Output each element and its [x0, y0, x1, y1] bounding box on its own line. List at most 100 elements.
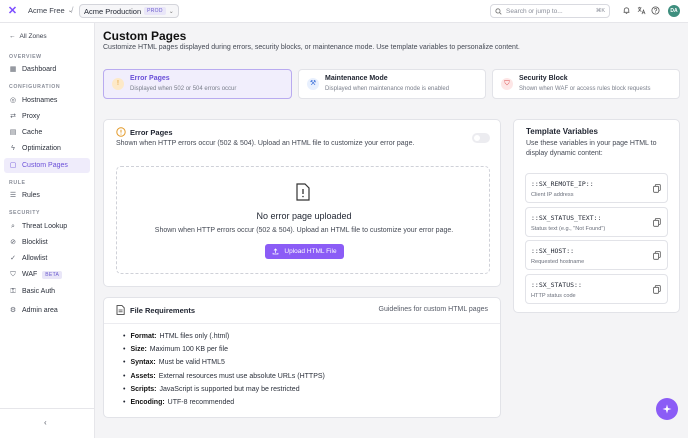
list-item: Size:Maximum 100 KB per file	[123, 343, 325, 356]
sidebar-item-label: Cache	[22, 129, 43, 136]
tab-error-pages[interactable]: ! Error Pages Displayed when 502 or 504 …	[103, 69, 292, 99]
sidebar-item-hostnames[interactable]: ◎ Hostnames	[4, 93, 90, 108]
assistant-fab-button[interactable]	[656, 398, 678, 420]
breadcrumb-separator: /	[71, 5, 74, 15]
list-item: Encoding:UTF-8 recommended	[123, 396, 325, 409]
file-requirements-header: File Requirements	[116, 305, 195, 315]
section-title-overview: OVERVIEW	[9, 54, 42, 60]
section-title-rule: RULE	[9, 180, 26, 186]
wrench-icon: ⚒	[307, 78, 319, 90]
app-logo-icon[interactable]: ✕	[7, 6, 18, 17]
bell-icon[interactable]	[621, 6, 631, 16]
sidebar-item-custom-pages[interactable]: ▢ Custom Pages	[4, 158, 90, 173]
sidebar-item-cache[interactable]: ▤ Cache	[4, 125, 90, 140]
sidebar-item-label: Blocklist	[22, 239, 48, 246]
org-name: Acme Free	[28, 6, 65, 15]
tab-title: Maintenance Mode	[325, 75, 388, 82]
template-variables-title: Template Variables	[526, 127, 598, 136]
sidebar-collapse-button[interactable]: ‹	[0, 408, 95, 438]
list-item: Scripts:JavaScript is supported but may …	[123, 383, 325, 396]
copy-icon[interactable]	[653, 285, 661, 294]
org-switcher[interactable]: Acme Free ⌄	[28, 6, 73, 15]
file-requirements-subtitle: Guidelines for custom HTML pages	[378, 306, 488, 313]
top-bar: ✕ Acme Free ⌄ / Acme Production PROD ⌄ S…	[0, 0, 688, 23]
error-pages-desc: Shown when HTTP errors occur (502 & 504)…	[116, 140, 415, 147]
beta-badge: BETA	[42, 270, 63, 279]
file-text-icon	[116, 305, 125, 315]
empty-state-desc: Shown when HTTP errors occur (502 & 504)…	[154, 227, 454, 234]
page-title: Custom Pages	[103, 29, 187, 43]
arrows-icon: ⇄	[10, 112, 16, 120]
all-zones-link[interactable]: ← All Zones	[9, 33, 47, 40]
bolt-icon: ϟ	[11, 144, 15, 152]
sidebar-item-dashboard[interactable]: ▦ Dashboard	[4, 62, 90, 77]
settings-icon: ⚙	[9, 306, 17, 314]
sidebar-item-blocklist[interactable]: ⊘ Blocklist	[4, 235, 90, 250]
section-title-security: SECURITY	[9, 210, 41, 216]
avatar[interactable]: DA	[668, 5, 680, 17]
tab-security-block[interactable]: ⛉ Security Block Shown when WAF or acces…	[492, 69, 680, 99]
upload-dropzone[interactable]: No error page uploaded Shown when HTTP e…	[116, 166, 490, 274]
sparkle-icon	[662, 404, 672, 414]
sidebar-item-optimization[interactable]: ϟ Optimization	[4, 141, 90, 156]
sidebar-item-basic-auth[interactable]: ⚿ Basic Auth	[4, 284, 90, 299]
search-input[interactable]: Search or jump to... ⌘K	[490, 4, 610, 18]
shield-icon: ⛉	[10, 270, 16, 278]
tab-maintenance-mode[interactable]: ⚒ Maintenance Mode Displayed when mainte…	[298, 69, 486, 99]
error-pages-header: Error Pages	[116, 127, 173, 137]
ban-icon: ⊘	[10, 238, 16, 246]
tab-title: Error Pages	[130, 75, 170, 82]
variable-name: ::SX_REMOTE_IP::	[531, 180, 594, 188]
empty-state-title: No error page uploaded	[256, 211, 352, 221]
zone-env-badge: PROD	[144, 7, 166, 15]
sidebar-item-rules[interactable]: ☰ Rules	[4, 188, 90, 203]
help-icon[interactable]	[650, 6, 660, 16]
variable-card: ::SX_REMOTE_IP:: Client IP address	[525, 173, 668, 203]
divider	[104, 323, 500, 324]
search-icon	[495, 7, 502, 15]
translate-icon[interactable]	[636, 6, 646, 16]
sidebar-item-label: Hostnames	[22, 97, 58, 104]
search-icon: ⌕	[11, 222, 15, 230]
lock-icon: ⚿	[10, 287, 16, 295]
sidebar-item-label: Admin area	[22, 307, 58, 314]
copy-icon[interactable]	[653, 218, 661, 227]
zone-switcher[interactable]: Acme Production PROD ⌄	[79, 4, 179, 18]
list-item: Syntax:Must be valid HTML5	[123, 356, 325, 369]
upload-html-button[interactable]: Upload HTML File	[265, 244, 344, 259]
tab-desc: Shown when WAF or access rules block req…	[519, 86, 651, 92]
shield-icon: ⛉	[501, 78, 513, 90]
sidebar-item-waf[interactable]: ⛉ WAF BETA	[4, 267, 90, 282]
template-variables-card: Template Variables Use these variables i…	[513, 119, 680, 313]
grid-icon: ▦	[9, 65, 17, 73]
variable-name: ::SX_HOST::	[531, 247, 575, 255]
globe-icon: ◎	[9, 96, 17, 104]
variable-name: ::SX_STATUS_TEXT::	[531, 214, 602, 222]
sidebar-item-proxy[interactable]: ⇄ Proxy	[4, 109, 90, 124]
arrow-left-icon: ←	[9, 33, 16, 40]
sidebar-item-admin-area[interactable]: ⚙ Admin area	[4, 303, 90, 318]
sidebar-item-threat-lookup[interactable]: ⌕ Threat Lookup	[4, 219, 90, 234]
error-pages-card: Error Pages Shown when HTTP errors occur…	[103, 119, 501, 287]
tab-desc: Displayed when 502 or 504 errors occur	[130, 86, 237, 92]
variable-desc: Client IP address	[531, 192, 574, 198]
database-icon: ▤	[9, 128, 17, 136]
error-pages-toggle[interactable]	[472, 133, 490, 143]
search-placeholder: Search or jump to...	[506, 7, 563, 15]
variable-card: ::SX_STATUS:: HTTP status code	[525, 274, 668, 304]
alert-circle-icon	[116, 127, 126, 137]
file-requirements-title: File Requirements	[130, 305, 196, 315]
variable-desc: Requested hostname	[531, 259, 585, 265]
sidebar-item-label: WAF	[22, 271, 38, 278]
rules-icon: ☰	[9, 191, 17, 199]
sidebar-item-allowlist[interactable]: ✓ Allowlist	[4, 251, 90, 266]
file-alert-icon	[296, 183, 310, 201]
variable-name: ::SX_STATUS::	[531, 281, 582, 289]
sidebar-item-label: Custom Pages	[22, 162, 68, 169]
list-item: Assets:External resources must use absol…	[123, 370, 324, 383]
variable-desc: Status text (e.g., "Not Found")	[531, 226, 606, 232]
all-zones-label: All Zones	[19, 33, 47, 40]
copy-icon[interactable]	[653, 251, 661, 260]
copy-icon[interactable]	[653, 184, 661, 193]
sidebar-item-label: Basic Auth	[22, 288, 56, 295]
